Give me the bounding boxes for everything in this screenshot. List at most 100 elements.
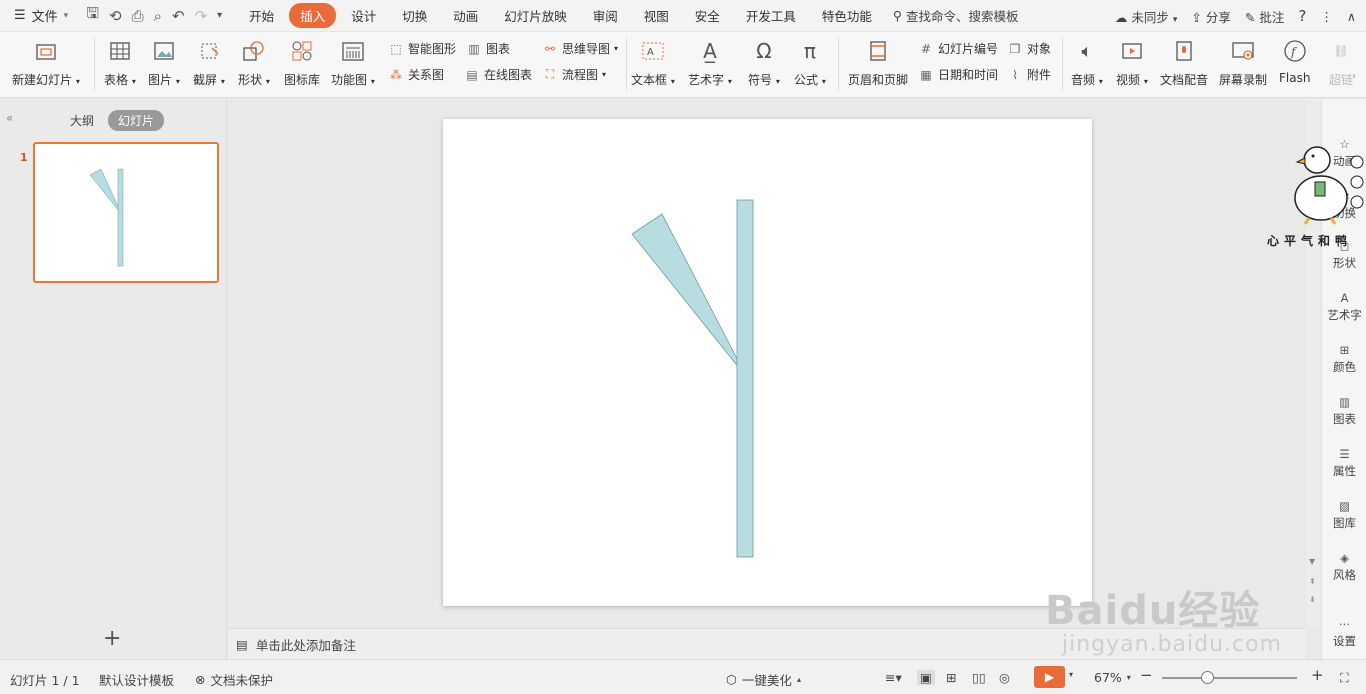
sidebar-item-color[interactable]: ⊞ 颜色 [1322,341,1366,375]
tab-review[interactable]: 审阅 [582,3,629,28]
file-menu[interactable]: ☰ 文件 ▾ [0,0,76,32]
new-slide-button[interactable]: 新建幻灯片 ▾ [12,32,80,88]
flash-button[interactable]: f Flash [1279,32,1310,85]
print-icon[interactable]: ⎙ [132,7,144,25]
zoom-slider-handle[interactable] [1201,671,1214,684]
play-slideshow-button[interactable]: ▶ [1034,666,1065,688]
menu-bar: ☰ 文件 ▾ 🖫 ⟲ ⎙ ⌕ ↶ ↷ ▾ 开始 插入 设计 切换 动画 幻灯片放… [0,0,1366,32]
chart-icon: ▥ [468,41,480,56]
undo-icon[interactable]: ↶ [172,7,185,25]
hyperlink-button[interactable]: ⛓ 超链 [1328,32,1354,88]
next-slide-icon[interactable]: ⇟ [1309,595,1316,604]
collapse-panel-icon[interactable]: « [6,111,13,125]
rectangle-shape[interactable] [736,199,754,558]
header-footer-icon [865,38,891,64]
art-text-icon: A [1340,291,1349,305]
notes-toggle-icon[interactable]: ≡▾ [885,670,902,685]
tab-features[interactable]: 特色功能 [811,3,883,28]
function-chart-button[interactable]: 功能图 ▾ [331,32,375,88]
online-chart-button[interactable]: ▤ 在线图表 [464,66,532,83]
share-button[interactable]: ⇪ 分享 [1191,7,1230,26]
zoom-slider[interactable] [1162,677,1297,679]
reading-view-icon[interactable]: ▯▯ [972,670,986,685]
object-button[interactable]: ❐ 对象 [1007,40,1051,57]
help-icon[interactable]: ? [1298,7,1306,25]
tab-security[interactable]: 安全 [684,3,731,28]
sidebar-item-style[interactable]: ◈ 风格 [1322,549,1366,583]
mind-map-button[interactable]: ⚯ 思维导图 ▾ [542,40,618,57]
format-painter-icon[interactable]: ⟲ [109,7,122,25]
date-time-button[interactable]: ▦ 日期和时间 [918,66,998,83]
customize-icon[interactable]: ▾ [217,10,222,21]
sidebar-item-properties[interactable]: ☰ 属性 [1322,445,1366,479]
tab-design[interactable]: 设计 [340,3,387,28]
slide-thumbnail-number: 1 [20,151,28,164]
document-protection[interactable]: ⊗ 文档未保护 [195,670,273,689]
slide-panel: « 大纲 幻灯片 1 + [0,99,227,659]
tab-transition[interactable]: 切换 [391,3,438,28]
table-button[interactable]: 表格 ▾ [104,32,136,88]
sidebar-item-settings[interactable]: ⋯ 设置 [1322,615,1366,649]
fit-window-icon[interactable]: ⛶ [1340,670,1349,686]
save-icon[interactable]: 🖫 [86,3,99,28]
zoom-in-icon[interactable]: + [1311,666,1324,684]
tab-developer[interactable]: 开发工具 [735,3,807,28]
doc-voice-button[interactable]: 文档配音 [1160,32,1208,88]
scroll-down-icon[interactable]: ▼ [1309,557,1315,566]
icon-library-button[interactable]: 图标库 [284,32,320,88]
smart-art-button[interactable]: ⬚ 智能图形 [388,40,456,57]
screen-record-button[interactable]: 屏幕录制 [1219,32,1267,88]
add-slide-button[interactable]: + [103,626,121,651]
collapse-ribbon-icon[interactable]: ∧ [1347,9,1356,24]
sidebar-item-art-text[interactable]: A 艺术字 [1322,289,1366,323]
presenter-view-icon[interactable]: ◎ [999,670,1010,685]
sorter-view-icon[interactable]: ⊞ [946,670,956,685]
zoom-out-icon[interactable]: − [1140,666,1153,684]
video-button[interactable]: 视频 ▾ [1116,32,1148,88]
redo-icon[interactable]: ↷ [195,7,208,25]
play-options-icon[interactable]: ▾ [1069,670,1073,679]
tab-outline[interactable]: 大纲 [60,110,104,131]
textbox-button[interactable]: A 文本框 ▾ [631,32,675,88]
screenshot-label: 截屏 [193,73,218,87]
command-search[interactable]: ⚲ 查找命令、搜索模板 [893,6,1019,25]
slide-thumbnail[interactable] [33,142,219,283]
flowchart-label: 流程图 [562,68,599,82]
symbol-button[interactable]: Ω 符号 ▾ [748,32,780,88]
beautify-button[interactable]: ⬡ 一键美化 ▴ [726,670,801,689]
slide-number-button[interactable]: # 幻灯片编号 [918,40,998,57]
audio-label: 音频 [1071,73,1096,87]
more-icon[interactable]: ⋮ [1320,9,1333,24]
prev-slide-icon[interactable]: ⇞ [1309,577,1316,586]
flowchart-button[interactable]: ⛶ 流程图 ▾ [542,66,606,83]
shape-button[interactable]: 形状 ▾ [238,32,270,88]
expand-ribbon-icon[interactable]: › [1352,71,1356,82]
chart-button[interactable]: ▥ 图表 [466,40,510,57]
quick-access-toolbar: 🖫 ⟲ ⎙ ⌕ ↶ ↷ ▾ [76,3,232,28]
tab-view[interactable]: 视图 [633,3,680,28]
attachment-button[interactable]: ⌇ 附件 [1007,66,1051,83]
tab-slideshow[interactable]: 幻灯片放映 [493,3,578,28]
zoom-level[interactable]: 67% ▾ [1094,670,1131,685]
design-template[interactable]: 默认设计模板 [99,670,174,689]
sidebar-item-chart[interactable]: ▥ 图表 [1322,393,1366,427]
sidebar-item-gallery[interactable]: ▨ 图库 [1322,497,1366,531]
slide-canvas[interactable] [443,119,1092,606]
tab-slides[interactable]: 幻灯片 [108,110,165,131]
formula-button[interactable]: π 公式 ▾ [794,32,826,88]
mind-map-label: 思维导图 [562,42,611,56]
tab-home[interactable]: 开始 [238,3,285,28]
triangle-shape[interactable] [631,213,748,379]
art-text-button[interactable]: A̲ 艺术字 ▾ [688,32,732,88]
audio-button[interactable]: 🔈︎ 音频 ▾ [1071,32,1103,88]
tab-insert[interactable]: 插入 [289,3,337,28]
comment-button[interactable]: ✎ 批注 [1245,7,1284,26]
relation-chart-button[interactable]: ⁂ 关系图 [388,66,444,83]
tab-animation[interactable]: 动画 [442,3,489,28]
normal-view-icon[interactable]: ▣ [917,670,935,685]
screenshot-button[interactable]: 截屏 ▾ [193,32,225,88]
picture-button[interactable]: 图片 ▾ [148,32,180,88]
sync-button[interactable]: ☁ 未同步 ▾ [1115,7,1178,26]
header-footer-button[interactable]: 页眉和页脚 [848,32,908,88]
print-preview-icon[interactable]: ⌕ [154,7,162,25]
